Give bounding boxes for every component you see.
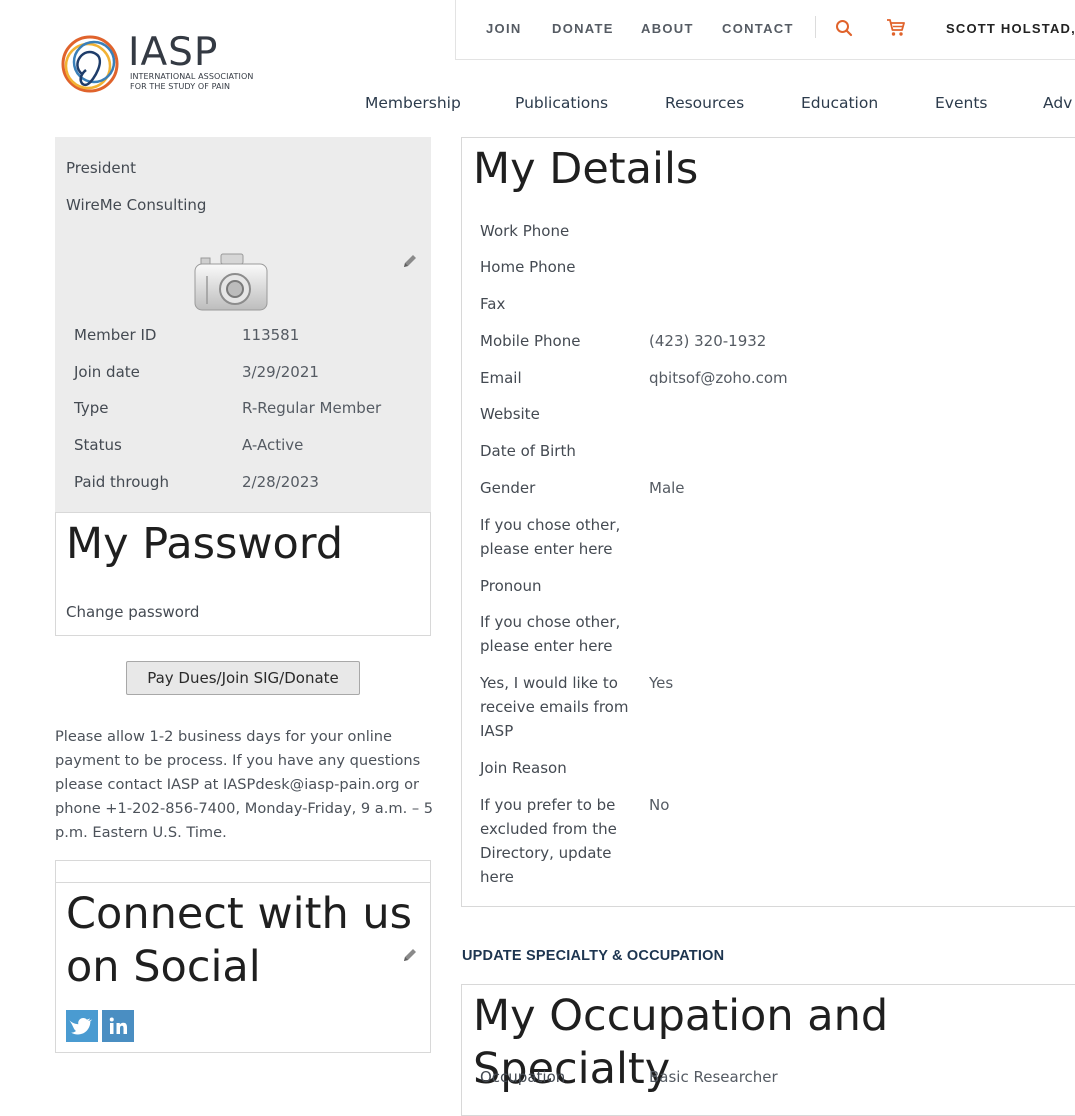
main-nav-membership[interactable]: Membership (365, 94, 461, 112)
date-of-birth-label: Date of Birth (480, 442, 576, 460)
profile-photo-camera-icon[interactable] (193, 252, 269, 314)
social-heading: Connect with us on Social (66, 889, 413, 992)
member-id-value: 113581 (242, 326, 300, 344)
main-nav-advocacy[interactable]: Adv (1043, 94, 1072, 112)
pronoun-label: Pronoun (480, 577, 542, 595)
search-icon[interactable] (835, 19, 853, 37)
gender-other-label: If you chose other, please enter here (480, 516, 621, 558)
status-label: Status (74, 436, 122, 454)
payment-note: Please allow 1-2 business days for your … (55, 728, 434, 841)
linkedin-icon[interactable] (102, 1010, 134, 1042)
join-date-value: 3/29/2021 (242, 363, 319, 381)
nav-donate-link[interactable]: DONATE (552, 21, 614, 36)
edit-pencil-icon[interactable] (401, 946, 419, 964)
main-nav-events[interactable]: Events (935, 94, 987, 112)
occupation-label: Occupation (480, 1068, 566, 1086)
pronoun-other-label: If you chose other, please enter here (480, 613, 621, 655)
cart-icon[interactable] (886, 18, 906, 38)
pay-dues-button[interactable]: Pay Dues/Join SIG/Donate (126, 661, 360, 695)
logo-subtitle: INTERNATIONAL ASSOCIATION FOR THE STUDY … (130, 72, 254, 91)
main-nav-publications[interactable]: Publications (515, 94, 608, 112)
profile-job-title: President (66, 159, 136, 177)
main-nav-education[interactable]: Education (801, 94, 878, 112)
paid-through-value: 2/28/2023 (242, 473, 319, 491)
paid-through-label: Paid through (74, 473, 169, 491)
update-specialty-link[interactable]: UPDATE SPECIALTY & OCCUPATION (462, 948, 724, 964)
mobile-phone-value: (423) 320-1932 (649, 332, 767, 350)
work-phone-label: Work Phone (480, 222, 570, 240)
website-label: Website (480, 405, 540, 423)
profile-company: WireMe Consulting (66, 196, 207, 214)
nav-contact-link[interactable]: CONTACT (722, 21, 794, 36)
change-password-link[interactable]: Change password (66, 603, 199, 621)
nav-join-link[interactable]: JOIN (486, 21, 522, 36)
join-reason-label: Join Reason (480, 759, 567, 777)
directory-exclude-label: If you prefer to be excluded from the Di… (480, 796, 617, 886)
status-value: A-Active (242, 436, 304, 454)
email-label: Email (480, 369, 522, 387)
email-optin-label: Yes, I would like to receive emails from… (480, 674, 629, 740)
twitter-icon[interactable] (66, 1010, 98, 1042)
type-label: Type (74, 399, 109, 417)
email-value: qbitsof@zoho.com (649, 369, 788, 387)
home-phone-label: Home Phone (480, 258, 576, 276)
occupation-value: Basic Researcher (649, 1068, 778, 1086)
edit-pencil-icon[interactable] (401, 252, 419, 270)
gender-value: Male (649, 479, 685, 497)
join-date-label: Join date (74, 363, 140, 381)
main-nav-resources[interactable]: Resources (665, 94, 744, 112)
directory-exclude-value: No (649, 796, 670, 814)
email-optin-value: Yes (649, 674, 674, 692)
nav-about-link[interactable]: ABOUT (641, 21, 694, 36)
fax-label: Fax (480, 295, 506, 313)
logo-wordmark: IASP (128, 30, 219, 75)
type-value: R-Regular Member (242, 399, 382, 417)
profile-card (55, 137, 431, 513)
gender-label: Gender (480, 479, 536, 497)
mobile-phone-label: Mobile Phone (480, 332, 581, 350)
details-heading: My Details (473, 144, 699, 194)
iasp-logo-mark-icon (61, 35, 119, 93)
nav-divider (815, 16, 816, 38)
empty-panel (55, 860, 431, 883)
user-account-menu[interactable]: SCOTT HOLSTAD, (946, 21, 1075, 36)
member-id-label: Member ID (74, 326, 157, 344)
password-heading: My Password (66, 519, 344, 569)
